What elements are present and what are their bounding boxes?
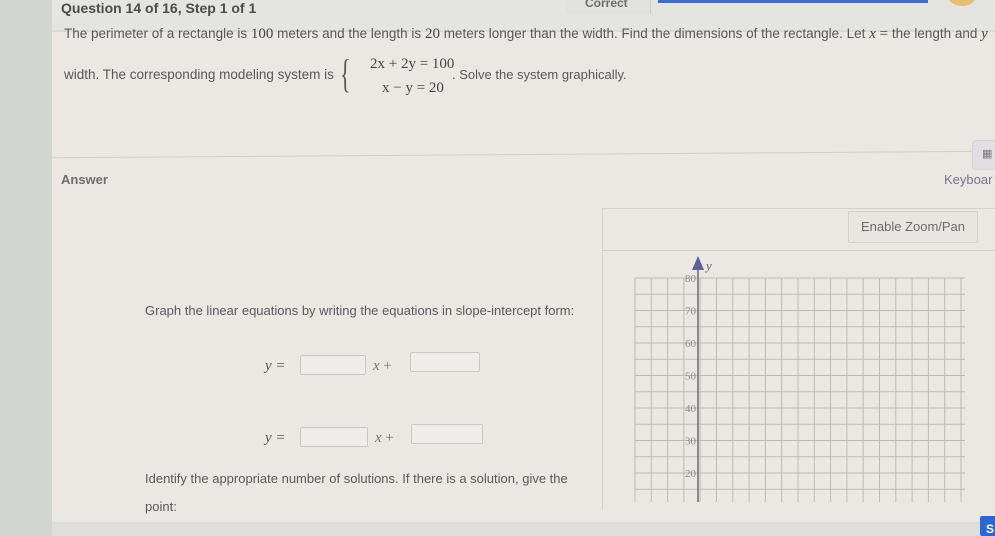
y-tick-labels: 80 70 60 50 40 30 20 [685,273,697,480]
plus-sign: + [385,430,394,446]
y-tick-label: 80 [685,273,697,285]
plus-sign: + [383,358,392,374]
y-tick-label: 40 [685,403,697,415]
instructions: Graph the linear equations by writing th… [145,303,575,318]
y-tick-label: 50 [685,371,697,383]
x-plus-label: x + [375,430,394,447]
system-equation-2: x − y = 20 [382,80,444,96]
slope-input-2[interactable] [300,427,368,447]
question-text: The perimeter of a rectangle is [64,26,251,41]
equals-sign: = [875,26,892,42]
y-tick-label: 70 [685,306,697,318]
y-tick-label: 20 [685,468,697,480]
brace-icon: { [340,51,351,96]
answer-label: Answer [61,172,108,187]
slope-input-1[interactable] [300,355,366,375]
perimeter-value: 100 [250,26,274,42]
keyboard-label[interactable]: Keyboar [944,172,992,187]
question-text: the length and [891,26,982,41]
y-tick-label: 60 [685,338,697,350]
y-axis-label: y [704,258,712,273]
equation-row-2: y = x + [265,424,495,452]
left-margin [0,0,52,536]
progress-bar [658,0,928,3]
status-correct: Correct [585,0,628,10]
difference-value: 20 [424,26,440,42]
enable-zoom-pan-button[interactable]: Enable Zoom/Pan [848,211,978,243]
x-plus-label: x + [373,358,392,375]
equation-row-1: y = x + [265,352,495,380]
x-variable: x [375,430,382,446]
submit-button[interactable]: S [980,516,995,536]
question-text: meters and the length is [273,26,425,41]
question-line-1: The perimeter of a rectangle is 100 mete… [64,26,988,43]
question-line-2: width. The corresponding modeling system… [64,67,334,82]
identify-solutions-text: Identify the appropriate number of solut… [145,471,568,486]
question-text: meters longer than the width. Find the d… [439,26,870,41]
variable-x: x [869,26,876,42]
intercept-input-1[interactable] [410,352,480,372]
solve-instruction: . Solve the system graphically. [452,67,627,82]
point-label: point: [145,499,177,514]
calculator-keyboard-icon: ▦ [982,148,993,160]
x-variable: x [373,358,380,374]
question-title: Question 14 of 16, Step 1 of 1 [61,0,257,16]
bottom-bar [52,522,995,536]
keyboard-button[interactable]: ▦ [972,140,995,170]
y-tick-label: 30 [685,436,697,448]
variable-y: y [981,26,988,42]
y-axis-arrow-icon [692,256,704,270]
equation-lhs: y = [265,430,286,446]
coordinate-graph[interactable]: y 80 70 60 50 40 30 20 [600,250,995,508]
system-equation-1: 2x + 2y = 100 [370,56,455,72]
intercept-input-2[interactable] [411,424,483,444]
equation-lhs: y = [265,358,286,374]
